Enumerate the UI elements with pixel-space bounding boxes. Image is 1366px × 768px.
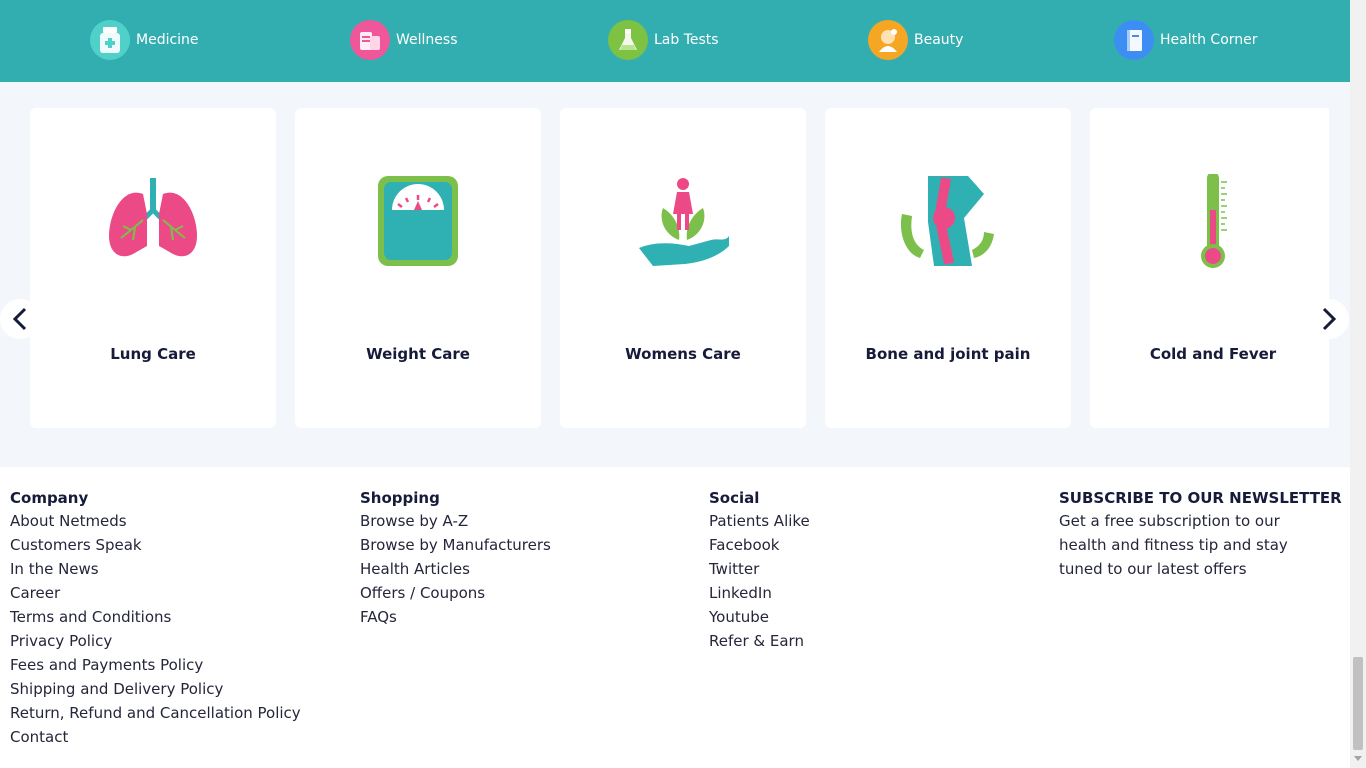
nav-label-beauty: Beauty [914, 32, 964, 48]
footer-link[interactable]: Youtube [709, 605, 810, 629]
card-cold-and-fever[interactable]: Cold and Fever [1090, 108, 1329, 428]
nav-item-health-corner[interactable]: Health Corner [1114, 20, 1258, 60]
card-title: Womens Care [625, 345, 741, 363]
wellness-products-icon [350, 20, 390, 60]
scrollbar-thumb[interactable] [1353, 657, 1363, 750]
footer-link[interactable]: Fees and Payments Policy [10, 653, 301, 677]
category-nav-bar: Medicine Wellness Lab Tests Beauty Healt… [0, 0, 1350, 82]
card-title: Cold and Fever [1149, 345, 1277, 363]
footer-link[interactable]: Browse by A-Z [360, 509, 551, 533]
footer-link[interactable]: Return, Refund and Cancellation Policy [10, 701, 301, 725]
footer-link[interactable]: FAQs [360, 605, 551, 629]
beauty-icon [868, 20, 908, 60]
carousel-next-button[interactable] [1309, 299, 1349, 339]
woman-hand-icon [633, 174, 733, 270]
card-lung-care[interactable]: Lung Care [30, 108, 276, 428]
scroll-down-arrow-icon[interactable] [1354, 756, 1362, 761]
footer-link[interactable]: Career [10, 581, 301, 605]
newsletter-heading: SUBSCRIBE TO OUR NEWSLETTER [1059, 489, 1342, 507]
footer-company-heading: Company [10, 489, 89, 507]
medicine-bottle-icon [90, 20, 130, 60]
footer-social-links: Patients Alike Facebook Twitter LinkedIn… [709, 509, 810, 653]
nav-label-medicine: Medicine [136, 32, 199, 48]
chevron-left-icon [12, 307, 27, 331]
footer-shopping-column: Shopping Browse by A-Z Browse by Manufac… [360, 489, 551, 629]
newsletter-description: Get a free subscription to our health an… [1059, 512, 1288, 578]
footer-newsletter-column: SUBSCRIBE TO OUR NEWSLETTER Get a free s… [1059, 489, 1342, 581]
nav-label-health-corner: Health Corner [1160, 32, 1258, 48]
health-concern-carousel: Lung Care Weight Care Womens Care Bone a… [30, 108, 1329, 428]
site-footer: Company About Netmeds Customers Speak In… [0, 467, 1350, 768]
health-book-icon [1114, 20, 1154, 60]
card-title: Bone and joint pain [865, 345, 1031, 363]
footer-shopping-links: Browse by A-Z Browse by Manufacturers He… [360, 509, 551, 629]
card-womens-care[interactable]: Womens Care [560, 108, 806, 428]
footer-link[interactable]: Twitter [709, 557, 810, 581]
card-weight-care[interactable]: Weight Care [295, 108, 541, 428]
lab-test-icon [608, 20, 648, 60]
card-title: Weight Care [366, 345, 470, 363]
card-bone-and-joint-pain[interactable]: Bone and joint pain [825, 108, 1071, 428]
weighing-scale-icon [368, 174, 468, 270]
nav-item-medicine[interactable]: Medicine [90, 20, 199, 60]
footer-link[interactable]: Health Articles [360, 557, 551, 581]
footer-link[interactable]: About Netmeds [10, 509, 301, 533]
carousel-prev-button[interactable] [0, 299, 40, 339]
footer-link[interactable]: Terms and Conditions [10, 605, 301, 629]
footer-link[interactable]: Patients Alike [709, 509, 810, 533]
footer-link[interactable]: Refer & Earn [709, 629, 810, 653]
footer-link[interactable]: LinkedIn [709, 581, 810, 605]
lungs-icon [103, 174, 203, 270]
footer-link[interactable]: Offers / Coupons [360, 581, 551, 605]
card-title: Lung Care [110, 345, 196, 363]
chevron-right-icon [1322, 307, 1337, 331]
footer-social-column: Social Patients Alike Facebook Twitter L… [709, 489, 810, 653]
footer-link[interactable]: Browse by Manufacturers [360, 533, 551, 557]
page-scrollbar[interactable] [1350, 0, 1366, 768]
knee-joint-icon [898, 174, 998, 270]
nav-item-beauty[interactable]: Beauty [868, 20, 963, 60]
nav-label-lab-tests: Lab Tests [654, 32, 719, 48]
footer-link[interactable]: Facebook [709, 533, 810, 557]
footer-company-links: About Netmeds Customers Speak In the New… [10, 509, 301, 749]
nav-label-wellness: Wellness [396, 32, 458, 48]
nav-item-lab-tests[interactable]: Lab Tests [608, 20, 719, 60]
footer-link[interactable]: Customers Speak [10, 533, 301, 557]
nav-item-wellness[interactable]: Wellness [350, 20, 458, 60]
footer-social-heading: Social [709, 489, 760, 507]
footer-link[interactable]: Shipping and Delivery Policy [10, 677, 301, 701]
footer-shopping-heading: Shopping [360, 489, 440, 507]
thermometer-icon [1163, 172, 1263, 270]
footer-company-column: Company About Netmeds Customers Speak In… [10, 489, 301, 749]
footer-link[interactable]: In the News [10, 557, 301, 581]
footer-link[interactable]: Contact [10, 725, 301, 749]
footer-link[interactable]: Privacy Policy [10, 629, 301, 653]
